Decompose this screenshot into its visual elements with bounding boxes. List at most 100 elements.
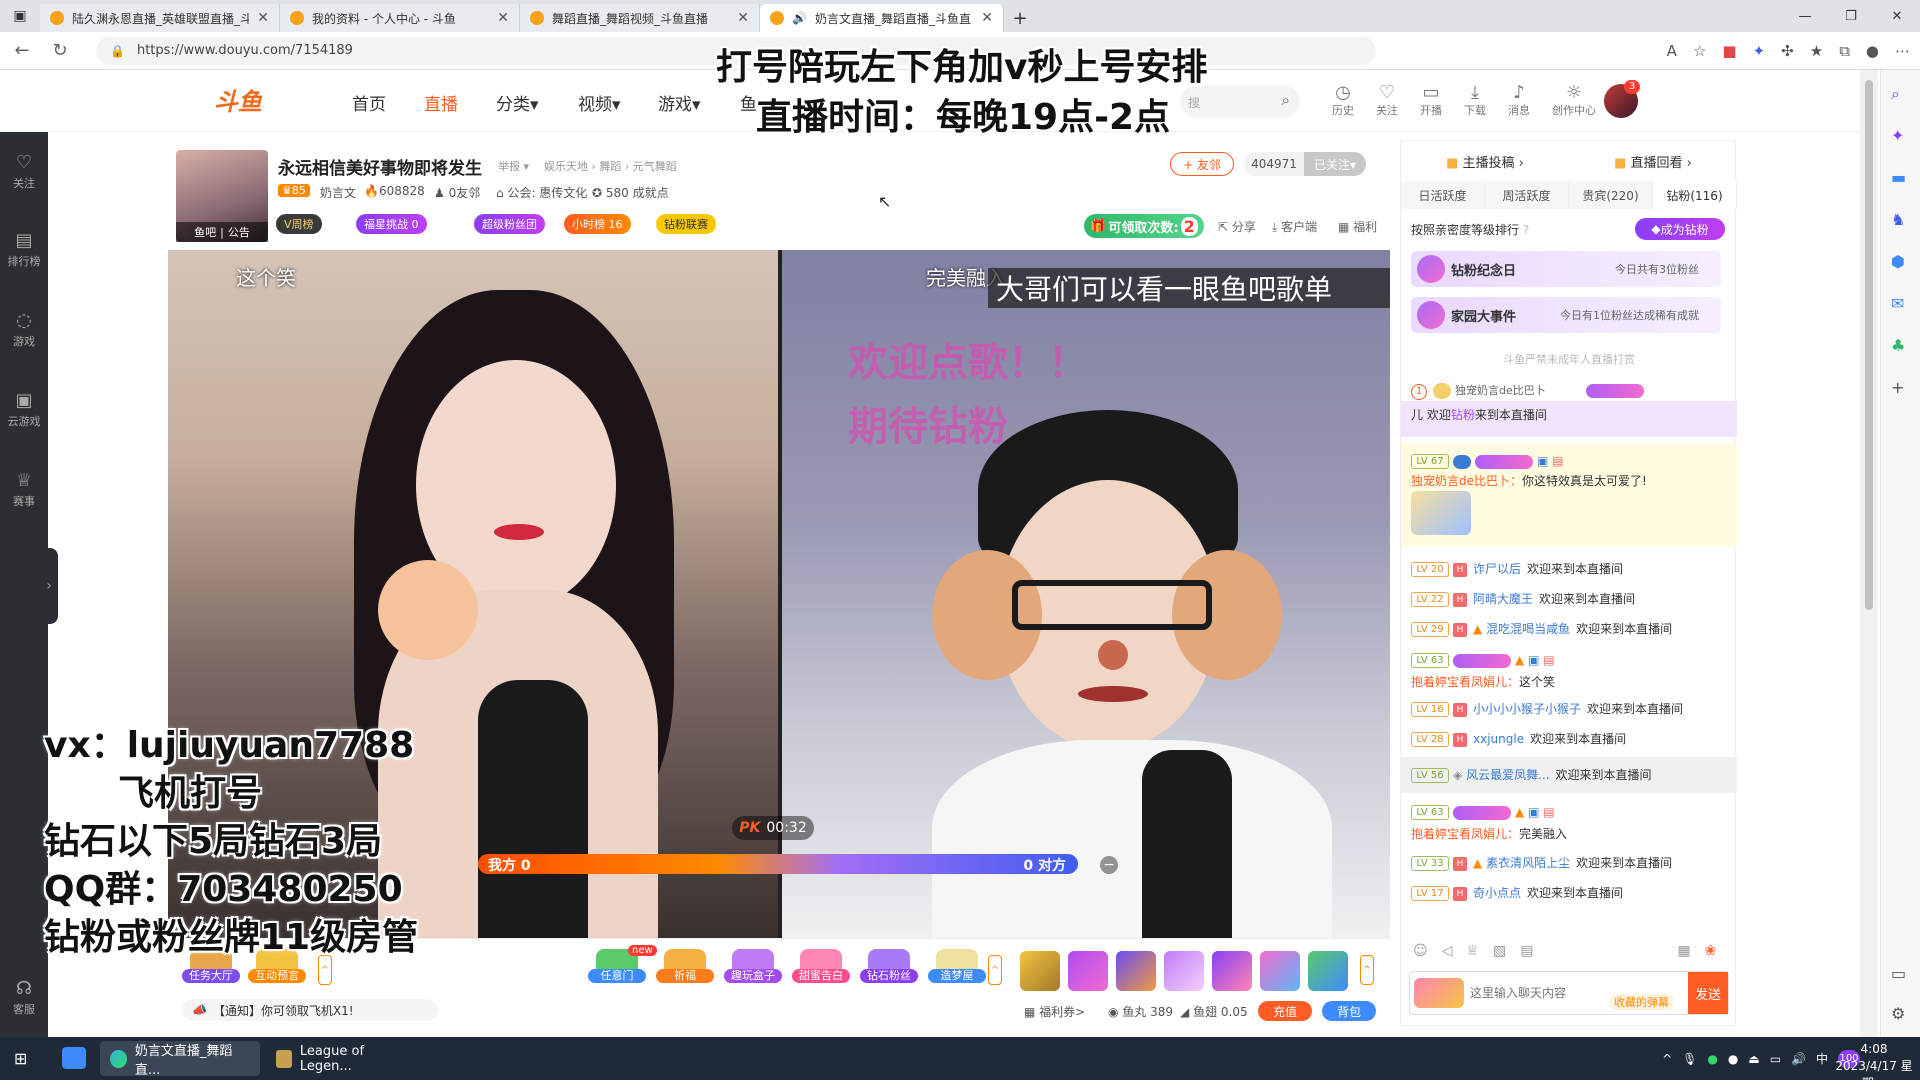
nav-live[interactable]: 直播 [424,90,458,115]
sidebar-expand-handle[interactable]: › [40,548,58,624]
download-button[interactable]: ⤓ 下载 [1460,82,1490,118]
extensions-icon[interactable]: ✣ [1781,42,1794,60]
message-button[interactable]: ♪ 消息 [1504,82,1534,118]
minimize-icon[interactable]: — [1782,0,1828,32]
backpack-button[interactable]: 背包 [1322,1001,1376,1021]
gift-item-7[interactable] [1308,951,1348,991]
speaker-icon[interactable]: 🔊 [792,11,807,25]
gift-item-6[interactable] [1260,951,1300,991]
category-breadcrumb[interactable]: 娱乐天地 › 舞蹈 › 元气舞蹈 [544,158,677,174]
welfare-button[interactable]: ▦ 福利 [1338,218,1377,235]
outlook-icon[interactable]: ✉ [1891,294,1904,313]
taskbar-app-browser[interactable]: 奶言文直播_舞蹈直... [100,1041,260,1078]
tab-diamond-fans[interactable]: 钻粉(116) [1653,181,1737,209]
gift-red-icon[interactable]: ❀ [1705,943,1717,959]
pinned-app-icon[interactable] [62,1047,86,1069]
add-icon[interactable]: + [1891,378,1904,397]
home-events-banner[interactable]: 家园大事件 今日有1位粉丝达成稀有成就 [1411,297,1721,333]
super-fan-badge[interactable]: 超级粉丝团 [474,214,545,234]
expand-gifts-icon[interactable]: ^ [1360,955,1374,985]
back-icon[interactable]: ← [6,35,38,67]
gift-item-2[interactable] [1068,951,1108,991]
send-button[interactable]: 发送 [1688,972,1728,1014]
page-scrollbar[interactable] [1860,70,1878,1037]
lucky-star-badge[interactable]: 福星挑战 0 [356,214,427,234]
usb-icon[interactable]: ⏏ [1748,1052,1759,1066]
sidebar-item-cloud-game[interactable]: ▣ 云游戏 [0,390,48,429]
taskbar-app-league[interactable]: League of Legen... [266,1041,416,1076]
network-icon[interactable]: ▭ [1770,1052,1781,1066]
client-button[interactable]: ⤓ 客户端 [1272,218,1317,235]
nav-home[interactable]: 首页 [352,90,386,115]
recharge-button[interactable]: 充值 [1258,1001,1312,1021]
windows-start-icon[interactable]: ⊞ [14,1049,27,1068]
sidebar-item-events[interactable]: ♕ 赛事 [0,470,48,509]
sidebar-item-ranking[interactable]: ▤ 排行榜 [0,230,48,269]
collections-icon[interactable]: ⧉ [1839,42,1850,60]
settings-icon[interactable]: ⚙ [1891,1004,1905,1023]
announcement-link[interactable]: 公告 [228,224,250,240]
office-icon[interactable]: ⬢ [1891,252,1905,271]
guild-info[interactable]: ⌂ 公会: 惠传文化 [496,184,587,201]
shopping-icon[interactable]: ▬ [1891,168,1906,187]
nav-more[interactable]: 鱼 [740,90,757,115]
close-icon[interactable]: ✕ [737,10,749,26]
replay-link[interactable]: ■ 直播回看 › [1569,152,1737,171]
notice-bar[interactable]: 📣 【通知】你可领取飞机X1! [182,999,438,1021]
tab-weekly-active[interactable]: 周活跃度 [1485,181,1569,209]
restore-icon[interactable]: ❐ [1828,0,1874,32]
wechat-icon[interactable]: ● [1707,1052,1717,1066]
streamer-name[interactable]: 奶言文 [320,184,356,201]
close-window-icon[interactable]: ✕ [1874,0,1920,32]
sidebar-layout-icon[interactable]: ▭ [1891,964,1906,983]
browser-tab-1[interactable]: 陆久渊永恩直播_英雄联盟直播_斗 ✕ [40,4,280,32]
tab-actions-icon[interactable]: ▣ [0,0,40,32]
sidebar-item-game[interactable]: ◌ 游戏 [0,310,48,349]
browser-tab-3[interactable]: 舞蹈直播_舞蹈视频_斗鱼直播 ✕ [520,4,760,32]
ime-indicator[interactable]: 中 [1816,1050,1828,1067]
follow-button[interactable]: ♡ 关注 [1372,82,1402,118]
tools-icon[interactable]: ♞ [1891,210,1905,229]
mic-icon[interactable]: 🎙 [1682,1052,1697,1066]
nav-video[interactable]: 视频▾ [578,90,621,115]
noble-bullet-icon[interactable] [1414,978,1464,1008]
diamond-fan-button[interactable]: 钻石粉丝 [860,949,918,991]
help-icon[interactable]: ? [1523,223,1529,237]
creator-center-button[interactable]: ☼ 创作中心 [1550,82,1598,118]
scrollbar-thumb[interactable] [1865,80,1873,610]
sidebar-item-follow[interactable]: ♡ 关注 [0,152,48,191]
gift-item-4[interactable] [1164,951,1204,991]
crown-icon[interactable]: ♕ [1466,943,1479,959]
gift-item-1[interactable] [1020,951,1060,991]
settings-icon[interactable]: ▦ [1677,943,1690,959]
weekly-rank-badge[interactable]: V周榜 [276,214,322,234]
tab-vip[interactable]: 贵宾(220) [1569,181,1653,209]
close-icon[interactable]: ✕ [257,10,269,26]
games-icon[interactable]: ♣ [1891,336,1905,355]
favorites-icon[interactable]: ★ [1810,42,1823,60]
refresh-icon[interactable]: ↻ [44,35,76,67]
qq-icon[interactable]: ● [1728,1052,1738,1066]
dream-house-button[interactable]: 造梦屋 [928,949,986,991]
megaphone-icon[interactable]: ◁ [1442,943,1453,959]
nav-category[interactable]: 分类▾ [496,90,539,115]
more-menu-icon[interactable]: ⋯ [1895,42,1910,60]
report-link[interactable]: 举报 ▾ [498,158,529,174]
close-icon[interactable]: ✕ [981,10,993,26]
browser-tab-4[interactable]: 🔊 奶言文直播_舞蹈直播_斗鱼直 ✕ [760,4,1004,32]
system-clock[interactable]: 4:08 2023/4/17 星期一 [1834,1041,1914,1092]
anchor-submission-link[interactable]: ■ 主播投稿 › [1401,152,1569,171]
emoji-icon[interactable]: ☺ [1413,943,1428,959]
read-aloud-icon[interactable]: A [1667,42,1677,60]
fun-box-button[interactable]: 趣玩盒子 [724,949,782,991]
diamond-league-badge[interactable]: 钻粉联赛 [656,214,716,234]
browser-tab-2[interactable]: 我的资料 - 个人中心 - 斗鱼 ✕ [280,4,520,32]
extension-red-icon[interactable]: ■ [1722,42,1736,60]
new-tab-button[interactable]: + [1004,4,1036,32]
profile-icon[interactable]: ● [1866,42,1879,60]
close-icon[interactable]: ✕ [497,10,509,26]
search-input[interactable]: 搜 ⌕ [1180,86,1300,118]
douyu-logo[interactable]: 斗鱼 [214,82,294,120]
copilot-icon[interactable]: ✦ [1891,126,1904,145]
nav-game[interactable]: 游戏▾ [658,90,701,115]
